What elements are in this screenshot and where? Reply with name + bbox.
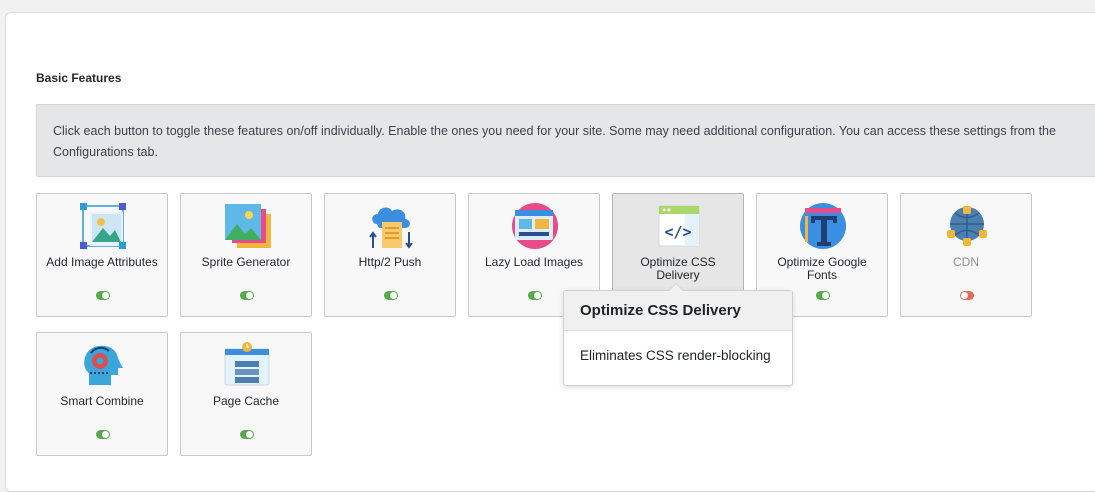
feature-toggle[interactable]	[240, 430, 254, 439]
feature-tile-http2-push[interactable]: Http/2 Push	[324, 193, 456, 317]
optimize-css-icon: </>	[658, 205, 700, 247]
feature-tooltip: Optimize CSS Delivery Eliminates CSS ren…	[563, 283, 793, 386]
image-attributes-icon	[80, 203, 126, 249]
http2-push-icon	[369, 207, 413, 249]
svg-text:</>: </>	[664, 223, 691, 241]
tile-label: Page Cache	[212, 394, 280, 408]
tooltip-body: Eliminates CSS render-blocking	[580, 348, 771, 363]
feature-tile-page-cache[interactable]: Page Cache	[180, 332, 312, 456]
tile-label: Smart Combine	[60, 394, 144, 408]
sprite-generator-icon	[225, 204, 271, 248]
feature-toggle[interactable]	[816, 291, 830, 300]
section-title: Basic Features	[36, 71, 122, 85]
tile-label: Lazy Load Images	[484, 255, 584, 269]
tile-label: Add Image Attributes	[46, 255, 158, 269]
tile-label: Sprite Generator	[201, 255, 291, 269]
tooltip-title: Optimize CSS Delivery	[564, 291, 792, 331]
feature-tile-sprite-generator[interactable]: Sprite Generator	[180, 193, 312, 317]
page-cache-icon	[224, 342, 270, 386]
feature-toggle[interactable]	[96, 430, 110, 439]
tile-label: Optimize Google Fonts	[777, 255, 867, 282]
feature-toggle[interactable]	[240, 291, 254, 300]
feature-toggle[interactable]	[384, 291, 398, 300]
lazy-load-images-icon	[512, 203, 558, 249]
cdn-icon	[947, 206, 987, 246]
tile-label: Optimize CSS Delivery	[640, 255, 716, 282]
feature-tile-smart-combine[interactable]: Smart Combine	[36, 332, 168, 456]
notice-text: Click each button to toggle these featur…	[53, 124, 1056, 159]
google-fonts-icon	[800, 203, 846, 249]
feature-toggle[interactable]	[528, 291, 542, 300]
info-notice: Click each button to toggle these featur…	[36, 104, 1095, 177]
smart-combine-icon	[84, 345, 123, 385]
feature-tile-add-image-attributes[interactable]: Add Image Attributes	[36, 193, 168, 317]
feature-toggle[interactable]	[96, 291, 110, 300]
tile-label: Http/2 Push	[358, 255, 422, 269]
feature-toggle[interactable]	[960, 291, 974, 300]
tile-label: CDN	[953, 255, 979, 269]
feature-tile-cdn[interactable]: CDN	[900, 193, 1032, 317]
